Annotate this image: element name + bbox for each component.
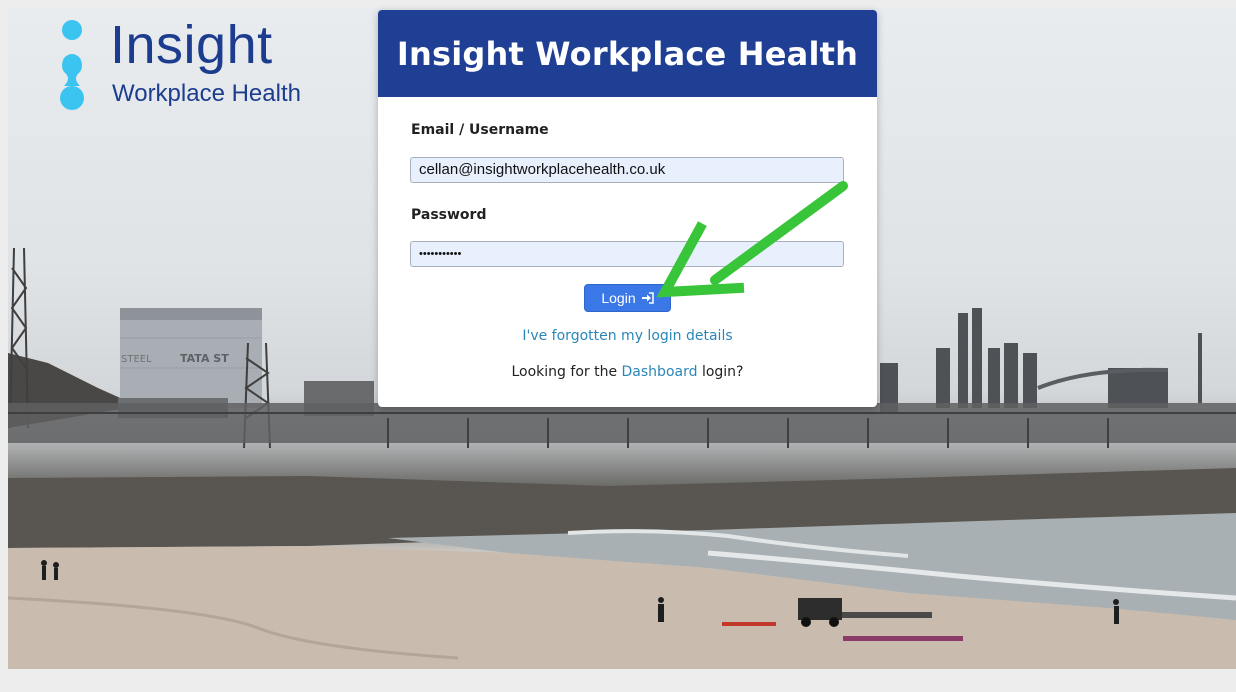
forgot-login-link[interactable]: I've forgotten my login details: [378, 328, 877, 344]
logo-subtitle: Workplace Health: [112, 80, 301, 107]
login-button-label: Login: [601, 290, 636, 306]
login-card-title: Insight Workplace Health: [378, 10, 877, 97]
gas-holder-tower: STEEL TATA ST: [120, 308, 262, 408]
dashboard-prefix: Looking for the: [511, 364, 622, 380]
dashboard-link[interactable]: Dashboard: [622, 364, 698, 380]
logo-wordmark: Insight: [110, 15, 273, 75]
password-label: Password: [411, 207, 487, 223]
sign-in-icon: [641, 292, 654, 304]
green-arrow-annotation: [656, 181, 848, 298]
page-footer-band: [0, 669, 1236, 692]
dashboard-login-line: Looking for the Dashboard login?: [378, 364, 877, 380]
logo-mark-icon: [60, 20, 84, 110]
dashboard-suffix: login?: [697, 364, 744, 380]
industrial-plant-right: [880, 308, 1202, 413]
tower-text-right: TATA ST: [180, 352, 229, 365]
brand-logo: Insight Workplace Health: [58, 15, 358, 116]
tower-text-left: STEEL: [121, 354, 152, 365]
email-label: Email / Username: [411, 122, 549, 138]
